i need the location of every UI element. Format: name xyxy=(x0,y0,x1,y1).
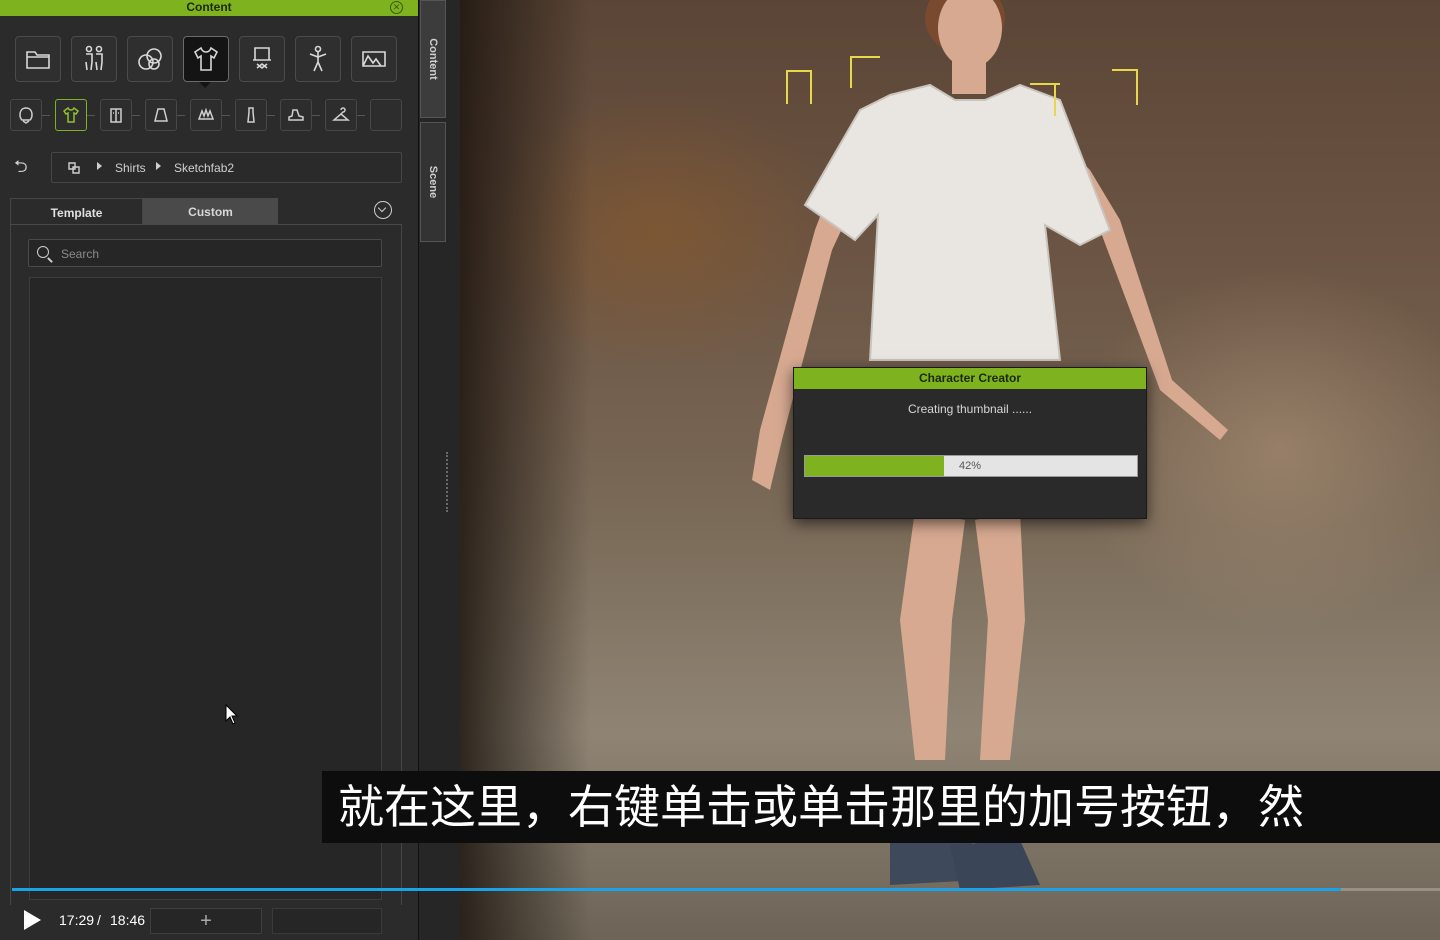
sub-link xyxy=(222,115,230,116)
cloth-icon[interactable] xyxy=(183,36,229,82)
sub-link xyxy=(312,115,320,116)
cloth-breadcrumb-icon[interactable] xyxy=(66,160,82,176)
dialog-title: Character Creator xyxy=(918,371,1022,385)
total-time: 18:46 xyxy=(110,912,146,928)
video-seek-bar[interactable] xyxy=(12,888,1440,891)
dock-tab-content-label: Content xyxy=(427,38,439,80)
skirt-icon[interactable] xyxy=(145,99,177,131)
search-box[interactable] xyxy=(28,239,382,267)
progress-label: 42% xyxy=(959,460,982,472)
sub-link xyxy=(87,115,95,116)
active-category-caret xyxy=(199,82,211,88)
jacket-icon[interactable] xyxy=(100,99,132,131)
breadcrumb-separator-icon xyxy=(156,162,161,170)
progress-bar-fill xyxy=(805,456,945,476)
search-input[interactable] xyxy=(61,245,361,262)
breadcrumb-item-shirts[interactable]: Shirts xyxy=(115,161,146,175)
selection-bracket xyxy=(1054,84,1056,116)
video-seek-bar-fill xyxy=(12,888,1342,891)
dock-tab-scene[interactable]: Scene xyxy=(420,122,446,242)
sub-link xyxy=(267,115,275,116)
dock-tab-content[interactable]: Content xyxy=(420,0,446,118)
sub-link xyxy=(42,115,50,116)
sub-link xyxy=(177,115,185,116)
filter-dropdown-icon[interactable] xyxy=(374,201,392,219)
breadcrumb-separator-icon xyxy=(97,162,102,170)
subtitle-box: 就在这里，右键单击或单击那里的加号按钮，然 xyxy=(322,771,1440,843)
current-time: 17:29 xyxy=(59,912,95,928)
pose-icon[interactable] xyxy=(295,36,341,82)
material-icon[interactable] xyxy=(127,36,173,82)
stage-icon[interactable] xyxy=(351,36,397,82)
hanger-icon[interactable] xyxy=(325,99,357,131)
panel-title: Content xyxy=(186,0,232,14)
gloves-icon[interactable] xyxy=(190,99,222,131)
progress-bar: 42% xyxy=(804,455,1138,477)
sub-link xyxy=(132,115,140,116)
shirt-icon[interactable] xyxy=(55,99,87,131)
panel-header: Content ✕ xyxy=(0,0,418,16)
play-icon[interactable] xyxy=(24,910,41,930)
back-arrow-icon[interactable]: ⮌ xyxy=(14,157,36,177)
dialog-header: Character Creator xyxy=(794,368,1146,389)
breadcrumb-item-sketchfab2[interactable]: Sketchfab2 xyxy=(174,161,234,175)
sub-link xyxy=(357,115,365,116)
tab-custom[interactable]: Custom xyxy=(143,198,278,224)
search-icon xyxy=(37,246,49,258)
dress-icon[interactable] xyxy=(235,99,267,131)
accessory-icon[interactable] xyxy=(239,36,285,82)
close-icon[interactable]: ✕ xyxy=(390,1,403,14)
dialog-message: Creating thumbnail ...... xyxy=(907,402,1033,416)
shoe-icon[interactable] xyxy=(280,99,312,131)
mouse-cursor-icon xyxy=(225,704,239,725)
time-separator: / xyxy=(97,912,101,928)
body-icon[interactable] xyxy=(71,36,117,82)
subtitle-text: 就在这里，右键单击或单击那里的加号按钮，然 xyxy=(338,780,1304,834)
video-player-bar: 17:29 / 18:46 xyxy=(0,888,1440,940)
empty-slot-icon[interactable] xyxy=(370,99,402,131)
selection-bracket xyxy=(1112,69,1138,105)
folder-icon[interactable] xyxy=(15,36,61,82)
breadcrumb: Shirts Sketchfab2 xyxy=(51,152,402,183)
hair-icon[interactable] xyxy=(10,99,42,131)
library-tabs: Template Custom xyxy=(10,198,402,225)
selection-bracket xyxy=(850,56,880,88)
dock-resize-handle[interactable] xyxy=(446,452,448,512)
selection-bracket xyxy=(786,70,812,104)
tab-template[interactable]: Template xyxy=(10,198,143,224)
dock-tab-scene-label: Scene xyxy=(427,165,439,199)
progress-dialog: Character Creator Creating thumbnail ...… xyxy=(793,367,1147,519)
